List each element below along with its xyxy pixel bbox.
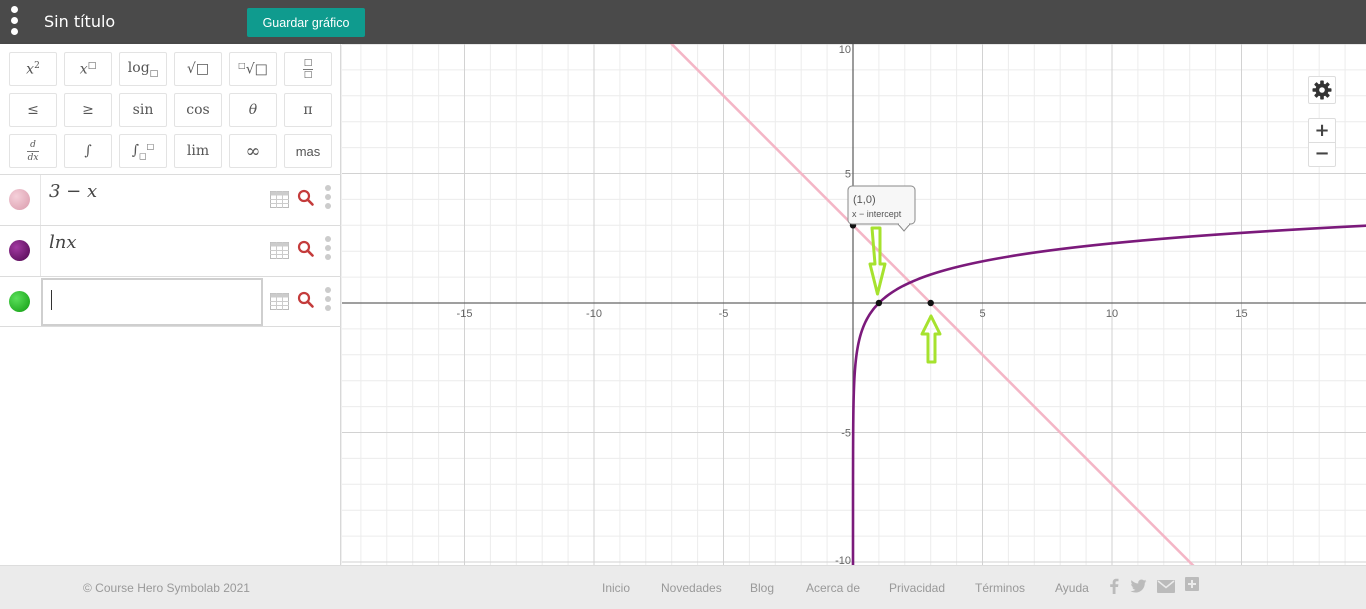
footer-link-acerca-de[interactable]: Acerca de [806, 581, 860, 595]
zoom-in-button[interactable]: + [1309, 119, 1335, 143]
graph-canvas[interactable]: -15 -10 -5 5 10 15 10 5 -5 -10 (1,0) x − intercep… [342, 44, 1366, 565]
footer: © Course Hero Symbolab 2021 Inicio Noved… [0, 565, 1366, 609]
search-icon[interactable] [297, 189, 315, 207]
table-icon[interactable] [270, 242, 289, 259]
gear-icon [1312, 80, 1332, 100]
key-x-power[interactable]: x□ [64, 52, 112, 86]
key-theta[interactable]: θ [229, 93, 277, 127]
curve-ln(x) [851, 224, 1366, 565]
expression-panel: x2 x□ log□ √□ □√□ □ □ ≤ ≥ sin cos θ π d dx… [0, 44, 341, 565]
graph-settings-button[interactable] [1308, 76, 1336, 104]
x-tick-label: -5 [719, 308, 729, 320]
footer-link-privacidad[interactable]: Privacidad [889, 581, 945, 595]
down-arrow-annotation [868, 226, 887, 296]
key-limit[interactable]: lim [174, 134, 222, 168]
top-bar: Sin título Guardar gráfico [0, 0, 1366, 44]
expression-text[interactable]: lnx [49, 232, 77, 253]
key-point [927, 299, 934, 307]
x-tick-label: 10 [1106, 308, 1118, 320]
plus-icon[interactable] [1185, 577, 1199, 591]
key-integral[interactable]: ∫ [64, 134, 112, 168]
menu-dots-icon[interactable] [9, 6, 19, 36]
key-point [875, 299, 883, 307]
footer-link-ayuda[interactable]: Ayuda [1055, 581, 1089, 595]
x-tick-label: -15 [457, 308, 473, 320]
footer-link-blog[interactable]: Blog [750, 581, 774, 595]
table-icon[interactable] [270, 293, 289, 310]
key-nth-root[interactable]: □√□ [229, 52, 277, 86]
x-tick-label: 15 [1235, 308, 1247, 320]
expression-text[interactable]: 3 − x [49, 181, 97, 202]
plot-svg[interactable]: -15 -10 -5 5 10 15 10 5 -5 -10 (1,0) x − intercep… [342, 44, 1366, 565]
key-less-equal[interactable]: ≤ [9, 93, 57, 127]
key-more[interactable]: mas [284, 134, 332, 168]
mail-icon[interactable] [1157, 580, 1175, 593]
key-definite-integral[interactable]: ∫□□ [119, 134, 167, 168]
divider [40, 175, 41, 225]
key-fraction[interactable]: □ □ [284, 52, 332, 86]
y-tick-label: 10 [839, 44, 851, 56]
intercept-tooltip: (1,0) x − intercept [847, 185, 916, 232]
zoom-out-button[interactable]: − [1309, 143, 1335, 167]
expression-row[interactable]: lnx [0, 225, 341, 276]
search-icon[interactable] [297, 240, 315, 258]
color-swatch[interactable] [9, 189, 30, 210]
save-graph-button[interactable]: Guardar gráfico [247, 8, 365, 37]
key-x-squared[interactable]: x2 [9, 52, 57, 86]
color-swatch[interactable] [9, 291, 30, 312]
graph-title[interactable]: Sin título [44, 12, 115, 31]
tooltip-label: x − intercept [852, 209, 902, 219]
y-tick-label: 5 [845, 169, 851, 181]
row-menu-icon[interactable] [324, 236, 332, 266]
x-tick-label: 5 [979, 308, 985, 320]
row-menu-icon[interactable] [324, 185, 332, 215]
color-swatch[interactable] [9, 240, 30, 261]
y-tick-label: -5 [841, 428, 851, 440]
twitter-icon[interactable] [1130, 578, 1147, 594]
y-tick-label: -10 [835, 555, 851, 565]
text-cursor [51, 290, 52, 310]
key-infinity[interactable]: ∞ [229, 134, 277, 168]
key-log[interactable]: log□ [119, 52, 167, 86]
table-icon[interactable] [270, 191, 289, 208]
key-derivative[interactable]: d dx [9, 134, 57, 168]
row-menu-icon[interactable] [324, 287, 332, 317]
footer-link-terminos[interactable]: Términos [975, 581, 1025, 595]
key-cos[interactable]: cos [174, 93, 222, 127]
x-tick-label: -10 [586, 308, 602, 320]
search-icon[interactable] [297, 291, 315, 309]
key-sqrt[interactable]: √□ [174, 52, 222, 86]
footer-link-inicio[interactable]: Inicio [602, 581, 630, 595]
tooltip-point: (1,0) [853, 194, 876, 206]
expression-input[interactable] [41, 278, 263, 326]
key-pi[interactable]: π [284, 93, 332, 127]
key-sin[interactable]: sin [119, 93, 167, 127]
copyright-text: © Course Hero Symbolab 2021 [83, 581, 250, 595]
footer-link-novedades[interactable]: Novedades [661, 581, 722, 595]
facebook-icon[interactable] [1108, 578, 1120, 594]
key-greater-equal[interactable]: ≥ [64, 93, 112, 127]
divider [40, 226, 41, 276]
expression-row[interactable] [0, 276, 341, 327]
zoom-controls: + − [1308, 118, 1336, 167]
expression-row[interactable]: 3 − x [0, 174, 341, 225]
